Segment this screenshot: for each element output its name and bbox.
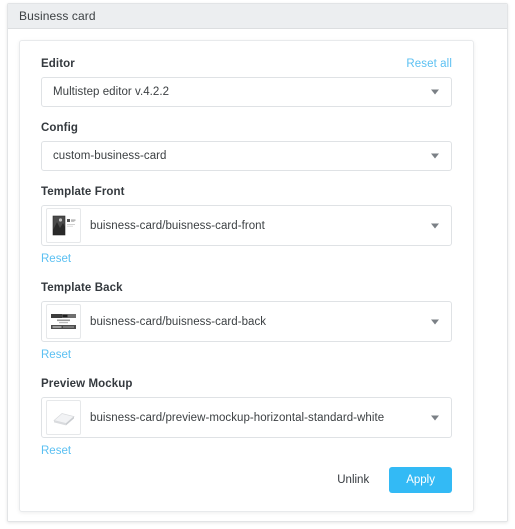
- chevron-down-icon: [431, 415, 439, 420]
- preview-mockup-thumbnail: [46, 400, 81, 435]
- field-editor-head: Editor Reset all: [41, 58, 452, 70]
- field-template-front-head: Template Front: [41, 186, 452, 198]
- field-editor-label: Editor: [41, 58, 75, 70]
- reset-template-front-link[interactable]: Reset: [41, 253, 71, 265]
- template-front-select[interactable]: buisness-card/buisness-card-front: [41, 205, 452, 246]
- template-back-select[interactable]: buisness-card/buisness-card-back: [41, 301, 452, 342]
- business-card-back-thumbnail: [46, 304, 81, 339]
- field-editor: Editor Reset all Multistep editor v.4.2.…: [41, 58, 452, 107]
- editor-select[interactable]: Multistep editor v.4.2.2: [41, 77, 452, 107]
- reset-preview-mockup-link[interactable]: Reset: [41, 445, 71, 457]
- card-footer: Unlink Apply: [331, 467, 452, 493]
- config-select[interactable]: custom-business-card: [41, 141, 452, 171]
- chevron-down-icon: [431, 89, 439, 95]
- unlink-button[interactable]: Unlink: [331, 468, 375, 492]
- template-back-select-value: buisness-card/buisness-card-back: [90, 315, 267, 328]
- settings-card: Editor Reset all Multistep editor v.4.2.…: [19, 40, 474, 512]
- template-front-select-value: buisness-card/buisness-card-front: [90, 219, 265, 232]
- apply-button[interactable]: Apply: [389, 467, 452, 493]
- preview-mockup-select-value: buisness-card/preview-mockup-horizontal-…: [90, 411, 385, 424]
- business-card-front-thumbnail: [46, 208, 81, 243]
- window-title: Business card: [19, 9, 96, 23]
- editor-select-value: Multistep editor v.4.2.2: [53, 86, 170, 98]
- field-template-back: Template Back buisness-card/buisness-car…: [41, 282, 452, 363]
- config-select-value: custom-business-card: [53, 150, 167, 162]
- field-config-label: Config: [41, 122, 79, 134]
- preview-mockup-select[interactable]: buisness-card/preview-mockup-horizontal-…: [41, 397, 452, 438]
- chevron-down-icon: [431, 319, 439, 324]
- field-preview-mockup-head: Preview Mockup: [41, 378, 452, 390]
- field-template-front: Template Front buisness-card/buisness-ca…: [41, 186, 452, 267]
- window-titlebar: Business card: [8, 4, 507, 29]
- field-config-head: Config: [41, 122, 452, 134]
- field-template-back-label: Template Back: [41, 282, 123, 294]
- chevron-down-icon: [431, 153, 439, 159]
- window-body: Editor Reset all Multistep editor v.4.2.…: [8, 29, 507, 521]
- field-config: Config custom-business-card: [41, 122, 452, 171]
- chevron-down-icon: [431, 223, 439, 228]
- field-template-back-head: Template Back: [41, 282, 452, 294]
- reset-template-back-link[interactable]: Reset: [41, 349, 71, 361]
- field-preview-mockup-label: Preview Mockup: [41, 378, 133, 390]
- business-card-window: Business card Editor Reset all Multistep…: [7, 3, 508, 522]
- field-template-front-label: Template Front: [41, 186, 125, 198]
- reset-all-link[interactable]: Reset all: [406, 58, 452, 70]
- field-preview-mockup: Preview Mockup buisness-card/preview-moc…: [41, 378, 452, 459]
